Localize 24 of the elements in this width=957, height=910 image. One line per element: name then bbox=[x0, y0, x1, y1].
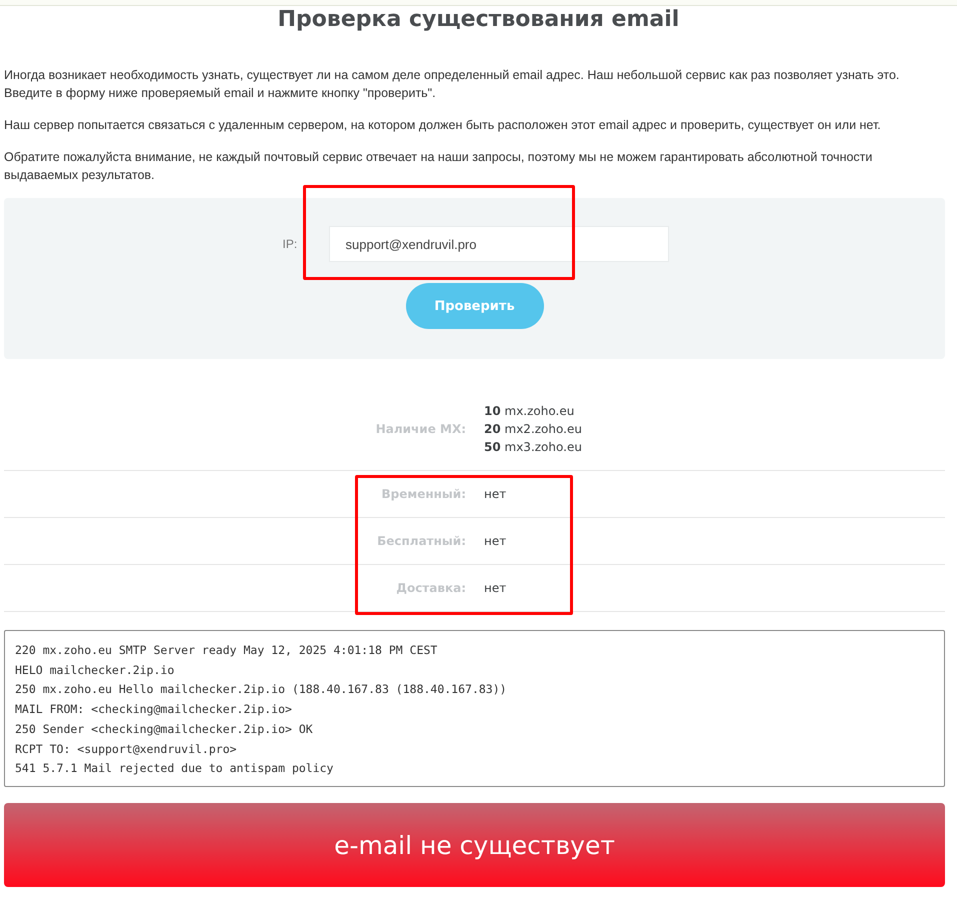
result-value: нет bbox=[484, 580, 506, 597]
paragraph: Иногда возникает необходимость узнать, существует ли на самом деле определенный email адрес. Наш небольшой сервис как раз позволяет узнать это. Введите в форму ниже проверяемый email и нажмите кнопку "проверить". bbox=[4, 67, 900, 102]
page-title: Проверка существования email bbox=[276, 6, 680, 34]
result-value: 50 mx3.zoho.eu bbox=[484, 438, 582, 456]
paragraph: Обратите пожалуйста внимание, не каждый почтовый сервис отвечает на наши запросы, поэтому мы не можем гарантировать абсолютной точности выдаваемых результатов. bbox=[4, 149, 874, 184]
log-line: 250 Sender <checking@mailchecker.2ip.io> OK bbox=[15, 720, 314, 738]
log-line: RCPT TO: <support@xendruvil.pro> bbox=[15, 740, 238, 758]
result-label: Бесплатный: bbox=[376, 534, 466, 548]
result-value: нет bbox=[484, 486, 506, 503]
result-banner: e-mail не существует bbox=[4, 803, 945, 887]
email-field[interactable]: support@xendruvil.pro bbox=[328, 226, 668, 262]
result-value: нет bbox=[484, 533, 506, 550]
result-value: 20 mx2.zoho.eu bbox=[484, 420, 582, 438]
log-line: 541 5.7.1 Mail rejected due to antispam policy bbox=[15, 760, 334, 778]
result-label: Наличие MX: bbox=[374, 422, 466, 436]
log-line: MAIL FROM: <checking@mailchecker.2ip.io> bbox=[15, 701, 293, 718]
result-label: Временный: bbox=[380, 487, 466, 501]
result-value: 10 mx.zoho.eu bbox=[484, 402, 576, 420]
log-line: HELO mailchecker.2ip.io bbox=[15, 662, 176, 679]
log-line: 250 mx.zoho.eu Hello mailchecker.2ip.io (188.40.167.83 (188.40.167.83)) bbox=[15, 681, 508, 698]
log-line: 220 mx.zoho.eu SMTP Server ready May 12, 2025 4:01:18 PM CEST bbox=[15, 642, 438, 659]
field-label: IP: bbox=[282, 237, 298, 251]
result-label: Доставка: bbox=[395, 581, 466, 595]
paragraph: Наш сервер попытается связаться с удаленным сервером, на котором должен быть расположен этот email адрес и проверить, существует он или нет. bbox=[4, 117, 882, 134]
